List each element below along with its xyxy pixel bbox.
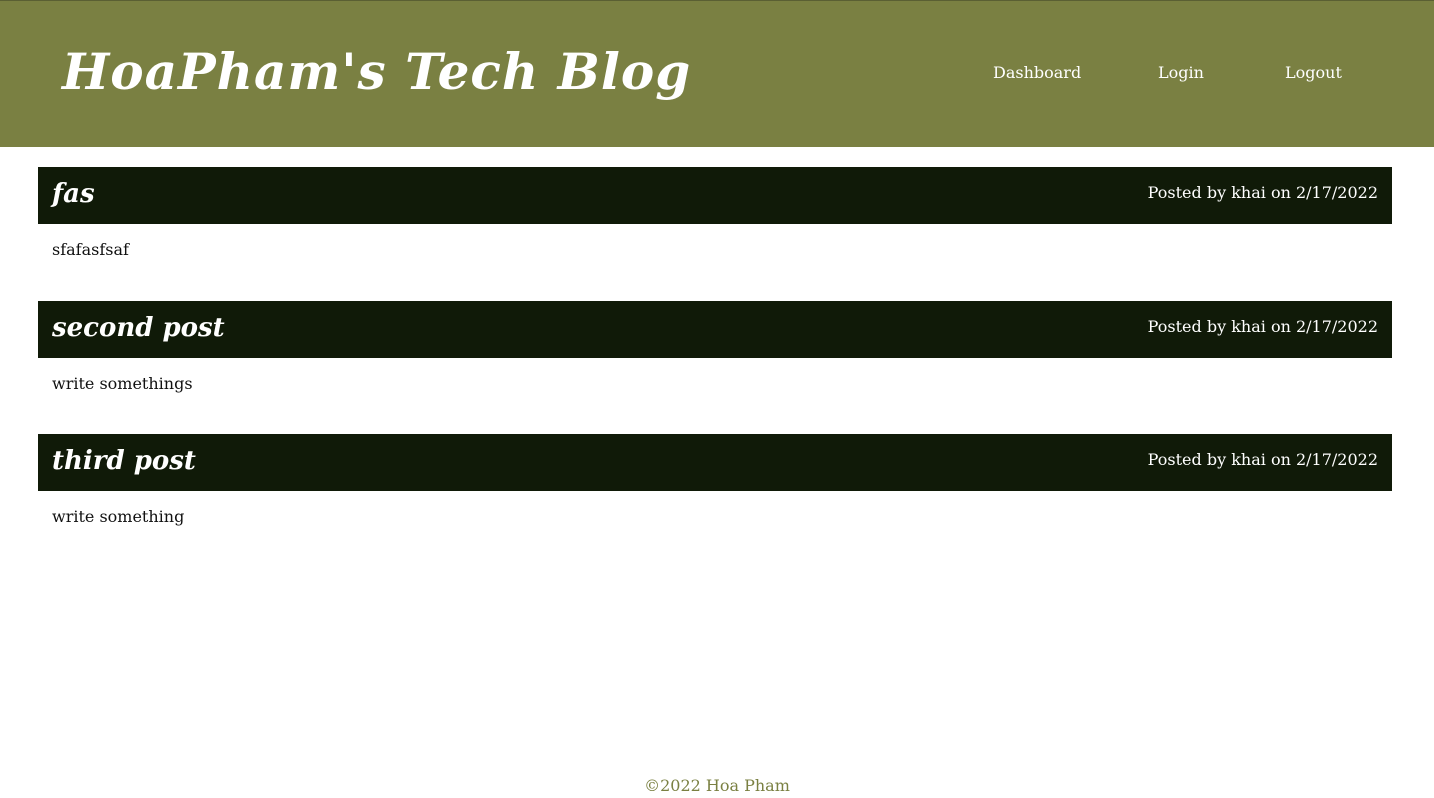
post-body: write something	[52, 507, 185, 526]
post-header[interactable]: third post Posted by khai on 2/17/2022	[38, 434, 1392, 491]
post-title[interactable]: third post	[52, 443, 196, 479]
site-footer: ©2022 Hoa Pham	[0, 774, 1434, 798]
post-card: fas Posted by khai on 2/17/2022 sfafasfs…	[38, 167, 1392, 262]
copyright-text: ©2022 Hoa Pham	[644, 776, 790, 795]
site-header: HoaPham's Tech Blog Dashboard Login Logo…	[0, 0, 1434, 147]
post-meta: Posted by khai on 2/17/2022	[1147, 317, 1378, 336]
post-body: sfafasfsaf	[52, 240, 129, 259]
post-meta: Posted by khai on 2/17/2022	[1147, 183, 1378, 202]
post-card: third post Posted by khai on 2/17/2022 w…	[38, 434, 1392, 529]
post-title[interactable]: second post	[52, 310, 225, 346]
main-nav: Dashboard Login Logout	[0, 61, 1434, 85]
post-title[interactable]: fas	[52, 176, 95, 212]
post-meta: Posted by khai on 2/17/2022	[1147, 450, 1378, 469]
post-header[interactable]: second post Posted by khai on 2/17/2022	[38, 301, 1392, 358]
nav-link-login[interactable]: Login	[1158, 61, 1204, 85]
nav-link-logout[interactable]: Logout	[1285, 61, 1342, 85]
nav-link-dashboard[interactable]: Dashboard	[993, 61, 1081, 85]
post-body: write somethings	[52, 374, 193, 393]
post-header[interactable]: fas Posted by khai on 2/17/2022	[38, 167, 1392, 224]
post-card: second post Posted by khai on 2/17/2022 …	[38, 301, 1392, 396]
